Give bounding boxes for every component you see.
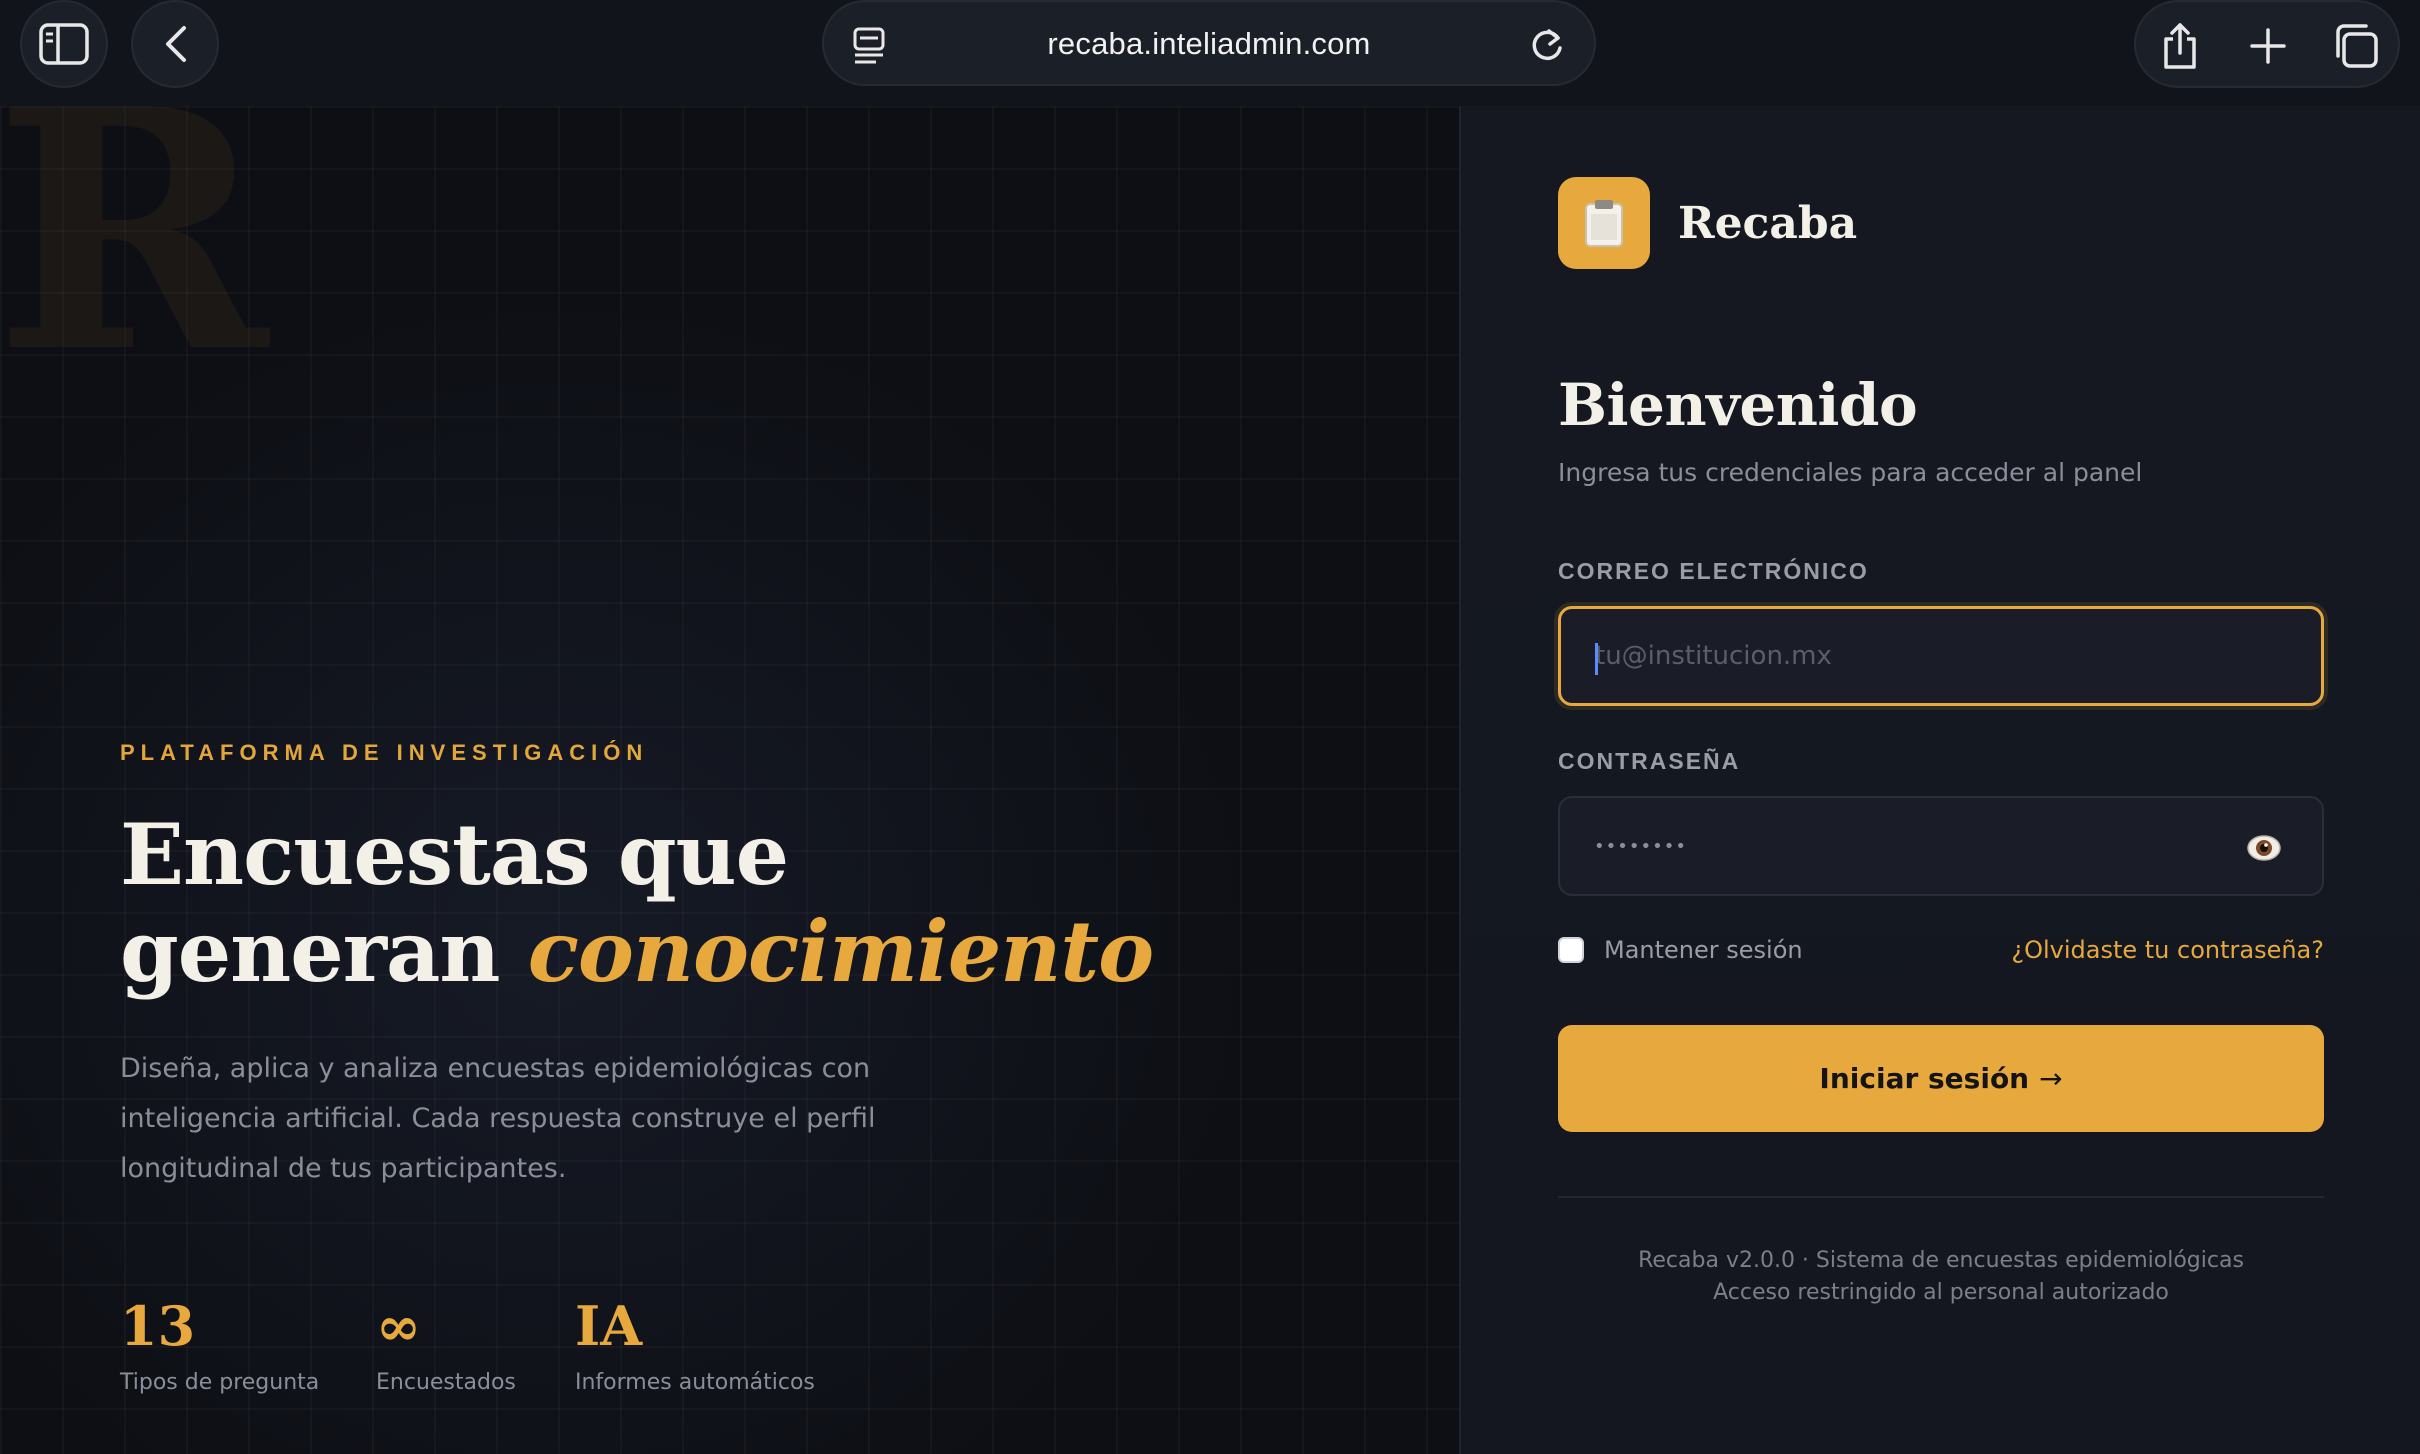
headline-plain: generan bbox=[120, 902, 528, 1001]
stat-respondents: ∞ Encuestados bbox=[376, 1296, 516, 1395]
sidebar-icon bbox=[39, 23, 89, 65]
login-button-label: Iniciar sesión bbox=[1819, 1062, 2030, 1095]
forgot-password-link[interactable]: ¿Olvidaste tu contraseña? bbox=[2011, 936, 2324, 964]
remember-checkbox[interactable] bbox=[1558, 937, 1584, 963]
stat-label: Tipos de pregunta bbox=[120, 1370, 320, 1395]
browser-toolbar: recaba.inteliadmin.com bbox=[0, 0, 2420, 106]
browser-actions bbox=[2134, 0, 2400, 88]
watermark-letter: R bbox=[0, 106, 269, 425]
email-field[interactable] bbox=[1561, 609, 2321, 703]
stat-label: Informes automáticos bbox=[575, 1370, 815, 1395]
headline-line-2: generan conocimiento bbox=[120, 903, 1320, 1000]
stat-value: 13 bbox=[120, 1294, 196, 1358]
brand-name: Recaba bbox=[1678, 198, 1858, 249]
share-icon bbox=[2164, 23, 2196, 69]
login-panel: Recaba Bienvenido Ingresa tus credencial… bbox=[1461, 106, 2420, 1454]
back-button[interactable] bbox=[131, 0, 219, 88]
brand-logo bbox=[1558, 177, 1650, 269]
url-text[interactable]: recaba.inteliadmin.com bbox=[824, 26, 1594, 62]
login-title: Bienvenido bbox=[1558, 371, 1918, 439]
password-value[interactable]: •••••••• bbox=[1594, 836, 1687, 857]
footer-version: Recaba v2.0.0 · Sistema de encuestas epi… bbox=[1638, 1248, 2244, 1273]
stat-value: ∞ bbox=[376, 1294, 421, 1358]
plus-icon bbox=[2250, 28, 2286, 64]
sidebar-toggle-button[interactable] bbox=[20, 0, 108, 88]
footer-notice: Acceso restringido al personal autorizad… bbox=[1713, 1280, 2169, 1305]
reload-icon[interactable] bbox=[1528, 24, 1566, 68]
eye-icon bbox=[2247, 835, 2281, 861]
text-caret bbox=[1595, 643, 1598, 675]
footer-divider bbox=[1558, 1196, 2324, 1198]
password-label: CONTRASEÑA bbox=[1558, 748, 1741, 774]
hero-headline: Encuestas que generan conocimiento bbox=[120, 806, 1320, 1000]
tabs-icon bbox=[2336, 24, 2378, 68]
email-label: CORREO ELECTRÓNICO bbox=[1558, 558, 1869, 584]
hero-description: Diseña, aplica y analiza encuestas epide… bbox=[120, 1053, 876, 1184]
hero-panel: R PLATAFORMA DE INVESTIGACIÓN Encuestas … bbox=[0, 106, 1461, 1454]
hero-eyebrow: PLATAFORMA DE INVESTIGACIÓN bbox=[120, 740, 649, 765]
stat-question-types: 13 Tipos de pregunta bbox=[120, 1296, 319, 1395]
stat-value: IA bbox=[575, 1294, 643, 1358]
login-button[interactable]: Iniciar sesión → bbox=[1558, 1025, 2324, 1132]
clipboard-icon bbox=[1585, 200, 1623, 247]
login-subtitle: Ingresa tus credenciales para acceder al… bbox=[1558, 458, 2143, 487]
headline-line-1: Encuestas que bbox=[120, 805, 789, 904]
tabs-overview-button[interactable] bbox=[2312, 2, 2400, 90]
show-password-button[interactable] bbox=[2246, 832, 2282, 868]
stat-label: Encuestados bbox=[376, 1370, 516, 1395]
address-bar[interactable]: recaba.inteliadmin.com bbox=[822, 0, 1596, 86]
new-tab-button[interactable] bbox=[2224, 2, 2312, 90]
remember-label[interactable]: Mantener sesión bbox=[1604, 936, 1803, 964]
password-field[interactable]: •••••••• bbox=[1558, 796, 2324, 896]
stat-reports: IA Informes automáticos bbox=[575, 1296, 815, 1395]
arrow-right-icon: → bbox=[2039, 1062, 2063, 1095]
remember-session[interactable]: Mantener sesión bbox=[1558, 936, 1803, 964]
back-icon bbox=[166, 26, 186, 62]
email-field-wrapper bbox=[1558, 606, 2324, 706]
share-button[interactable] bbox=[2136, 2, 2224, 90]
headline-accent: conocimiento bbox=[527, 902, 1154, 1001]
